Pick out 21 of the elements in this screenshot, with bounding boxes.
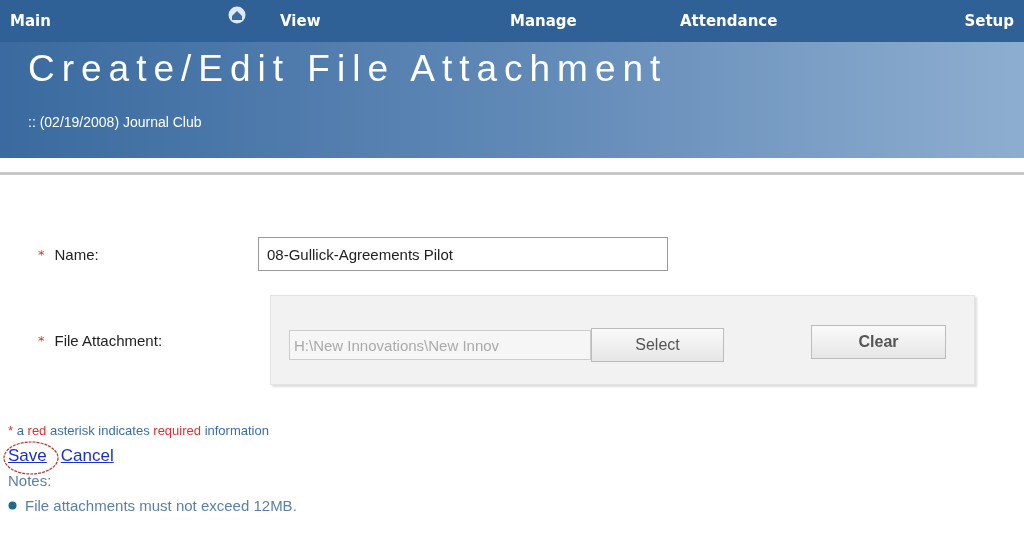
field-label: Name: [54,245,99,263]
required-marker: * [38,332,45,348]
nav-item[interactable]: View [280,12,510,30]
nav-item[interactable]: Attendance [680,12,860,30]
bullet-icon [8,501,17,510]
select-button[interactable]: Select [591,328,724,362]
nav-item[interactable]: Setup [964,12,1014,30]
page-title: Create/Edit File Attachment [28,48,669,90]
page-subtitle: :: (02/19/2008) Journal Club [28,114,203,130]
name-field[interactable]: 08-Gullick-Agreements Pilot [258,237,668,271]
field-label: File Attachment: [54,331,163,349]
nav-item[interactable]: Main [10,12,210,30]
clear-button[interactable]: Clear [811,325,946,359]
action-link[interactable]: Cancel [60,446,114,465]
notes-title: Notes: [8,472,53,489]
required-marker: * [38,246,45,262]
required-note: * a red asterisk indicates required information [8,423,270,438]
nav-item[interactable]: Manage [510,12,680,30]
action-link[interactable]: Save [8,446,47,465]
note-text: File attachments must not exceed 12MB. [25,497,297,514]
home-icon[interactable] [228,6,246,24]
